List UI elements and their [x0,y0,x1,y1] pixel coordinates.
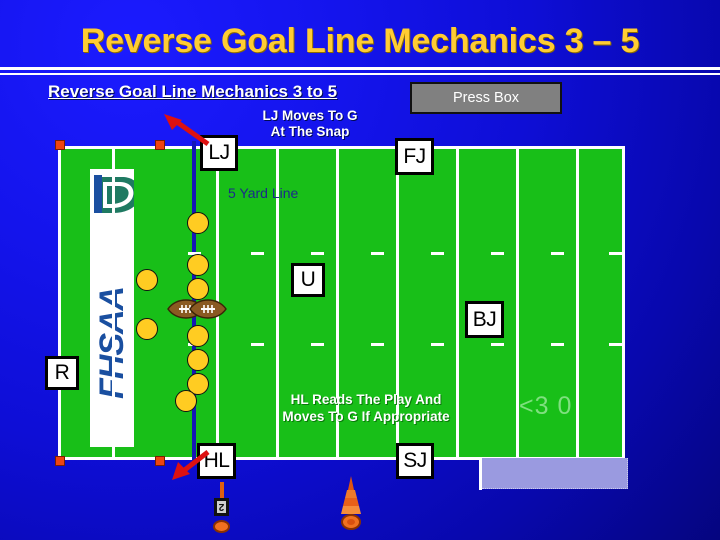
player-circle [187,278,209,300]
football-icon [188,298,228,320]
down-marker: 2 [208,480,236,536]
player-circle [136,318,158,340]
down-number-box: 2 [214,498,229,516]
title-band: Reverse Goal Line Mechanics 3 – 5 [0,0,720,68]
hash-mark [431,252,444,255]
field-pylon [55,456,65,466]
official-label-bj: BJ [472,307,497,331]
yard-number-30: <3 0 [519,392,573,420]
official-label-sj: SJ [403,449,427,472]
five-yard-line-label: 5 Yard Line [228,185,299,201]
yard-line-8 [576,149,579,457]
chain-marker [336,476,366,536]
page-title: Reverse Goal Line Mechanics 3 – 5 [80,22,640,60]
hl-instruction-line2: Moves To G If Appropriate [282,408,450,424]
player-circle [136,269,158,291]
hl-movement-arrow-icon [172,450,210,480]
lj-snap-note-line1: LJ Moves To G [262,108,358,123]
field-pylon [155,456,165,466]
football-field: FHSAA [58,141,625,465]
hash-mark [491,252,504,255]
press-box-label: Press Box [452,90,520,106]
title-divider-bottom [0,73,720,75]
official-label-fj: FJ [403,144,426,168]
hash-mark [551,252,564,255]
lj-movement-arrow-icon [164,114,210,147]
official-marker-fj: FJ [395,138,434,175]
hash-mark [609,343,622,346]
official-marker-r: R [45,356,79,390]
hash-mark [311,343,324,346]
official-marker-bj: BJ [465,301,504,338]
player-circle [187,349,209,371]
hash-mark [371,252,384,255]
chain-marker-cone-icon [341,476,361,530]
title-divider-top [0,67,720,70]
hash-mark [371,343,384,346]
hash-mark [251,343,264,346]
official-marker-u: U [291,263,325,297]
bench-area-box [482,458,628,489]
hash-mark [609,252,622,255]
slide-canvas: Reverse Goal Line Mechanics 3 – 5 Revers… [0,0,720,540]
player-circle [187,254,209,276]
hash-mark [251,252,264,255]
field-pylon [55,140,65,150]
lj-snap-note: LJ Moves To G At The Snap [225,108,395,140]
subtitle: Reverse Goal Line Mechanics 3 to 5 [48,82,338,101]
official-label-r: R [54,361,70,384]
hash-mark [431,343,444,346]
official-marker-sj: SJ [396,443,434,479]
down-marker-base [213,520,230,533]
official-label-u: U [300,268,316,291]
player-circle [187,325,209,347]
player-circle [187,212,209,234]
hash-mark [491,343,504,346]
hl-instruction-line1: HL Reads The Play And [290,392,442,407]
hash-mark [551,343,564,346]
yard-line-1 [112,149,115,457]
hl-instruction-note: HL Reads The Play And Moves To G If Appr… [236,392,496,426]
press-box: Press Box [410,82,562,114]
lj-snap-note-line2: At The Snap [270,123,350,139]
player-circle [175,390,197,412]
hash-mark [311,252,324,255]
